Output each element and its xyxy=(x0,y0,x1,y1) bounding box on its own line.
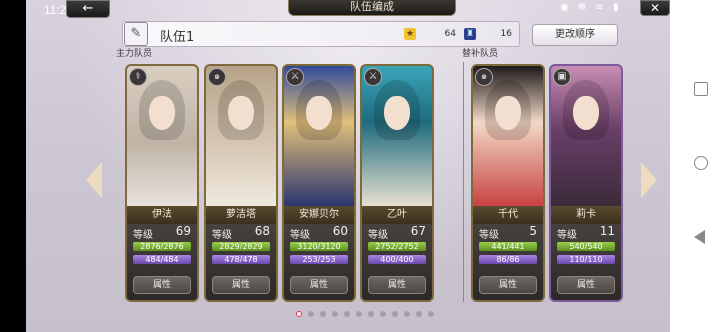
page-dot[interactable] xyxy=(344,311,350,317)
level-value: 67 xyxy=(410,224,426,238)
home-circle-icon[interactable] xyxy=(694,156,708,170)
edit-name-icon[interactable]: ✎ xyxy=(124,22,148,46)
portrait-face xyxy=(228,96,254,130)
page-dot[interactable] xyxy=(428,311,434,317)
level-value: 11 xyxy=(599,224,615,238)
portrait-face xyxy=(149,96,175,130)
spiral-icon: ๑ xyxy=(475,68,493,86)
page-dot[interactable] xyxy=(416,311,422,317)
back-button[interactable]: ← xyxy=(66,0,110,18)
hp-bar: 540/540 xyxy=(557,242,615,251)
cost-value: 16 xyxy=(500,29,512,39)
level-value: 60 xyxy=(332,224,348,238)
member-name: 莉卡 xyxy=(551,206,621,224)
level-value: 69 xyxy=(175,224,191,238)
main-members-label: 主力队员 xyxy=(116,49,153,59)
prev-team-arrow-icon[interactable] xyxy=(86,162,102,198)
page-dot[interactable] xyxy=(332,311,338,317)
attributes-button[interactable]: 属性 xyxy=(133,276,191,294)
member-card[interactable]: ▣ 莉卡等级 11 540/540 110/110 属性 xyxy=(549,64,623,302)
shield-icon: ▣ xyxy=(553,68,571,86)
power-star-icon: ★ xyxy=(404,28,416,40)
hp-bar: 2876/2876 xyxy=(133,242,191,251)
page-dot[interactable] xyxy=(404,311,410,317)
page-title: 队伍编成 xyxy=(288,0,456,16)
member-card[interactable]: ๑ 千代等级 5 441/441 86/86 属性 xyxy=(471,64,545,302)
attributes-button[interactable]: 属性 xyxy=(290,276,348,294)
member-name: 萝洁塔 xyxy=(206,206,276,224)
sword-icon: ⚔ xyxy=(286,68,304,86)
hp-bar: 441/441 xyxy=(479,242,537,251)
mp-bar: 253/253 xyxy=(290,255,348,264)
pagination-dots xyxy=(296,311,446,319)
left-black-bar xyxy=(0,0,26,332)
member-name: 乙叶 xyxy=(362,206,432,224)
page-dot[interactable] xyxy=(392,311,398,317)
level-label: 等级 xyxy=(479,230,499,241)
character-portrait xyxy=(127,66,197,206)
character-portrait xyxy=(206,66,276,206)
member-card[interactable]: ๑ 萝洁塔等级 68 2829/2829 478/478 属性 xyxy=(204,64,278,302)
sword-icon: ⚔ xyxy=(364,68,382,86)
member-name: 伊法 xyxy=(127,206,197,224)
level-label: 等级 xyxy=(133,230,153,241)
portrait-face xyxy=(495,96,521,130)
character-portrait xyxy=(473,66,543,206)
character-portrait xyxy=(284,66,354,206)
mp-bar: 400/400 xyxy=(368,255,426,264)
level-label: 等级 xyxy=(212,230,232,241)
next-team-arrow-icon[interactable] xyxy=(641,162,657,198)
character-portrait xyxy=(551,66,621,206)
page-dot[interactable] xyxy=(368,311,374,317)
level-value: 5 xyxy=(529,224,537,238)
overview-square-icon[interactable] xyxy=(694,82,708,96)
close-button[interactable]: ✕ xyxy=(640,0,670,16)
mp-bar: 484/484 xyxy=(133,255,191,264)
member-card[interactable]: ⚔ 乙叶等级 67 2752/2752 400/400 属性 xyxy=(360,64,434,302)
attributes-button[interactable]: 属性 xyxy=(212,276,270,294)
member-name: 安娜贝尔 xyxy=(284,206,354,224)
level-label: 等级 xyxy=(557,230,577,241)
back-triangle-icon[interactable] xyxy=(694,230,705,244)
page-dot[interactable] xyxy=(308,311,314,317)
portrait-face xyxy=(306,96,332,130)
power-value: 64 xyxy=(444,29,456,39)
page-dot[interactable] xyxy=(320,311,326,317)
member-name: 千代 xyxy=(473,206,543,224)
mp-bar: 110/110 xyxy=(557,255,615,264)
attributes-button[interactable]: 属性 xyxy=(557,276,615,294)
portrait-face xyxy=(573,96,599,130)
page-dot[interactable] xyxy=(296,311,302,317)
team-name: 队伍1 xyxy=(160,30,195,45)
level-label: 等级 xyxy=(290,230,310,241)
spiral-icon: ๑ xyxy=(208,68,226,86)
cost-icon: ♜ xyxy=(464,28,476,40)
page-dot[interactable] xyxy=(356,311,362,317)
hp-bar: 3120/3120 xyxy=(290,242,348,251)
hp-bar: 2829/2829 xyxy=(212,242,270,251)
level-label: 等级 xyxy=(368,230,388,241)
character-portrait xyxy=(362,66,432,206)
reserve-members-label: 替补队员 xyxy=(462,49,499,59)
level-value: 68 xyxy=(254,224,270,238)
mp-bar: 86/86 xyxy=(479,255,537,264)
portrait-face xyxy=(384,96,410,130)
staff-icon: ⚕ xyxy=(129,68,147,86)
attributes-button[interactable]: 属性 xyxy=(368,276,426,294)
page-dot[interactable] xyxy=(380,311,386,317)
section-divider xyxy=(463,62,464,302)
member-card[interactable]: ⚔ 安娜贝尔等级 60 3120/3120 253/253 属性 xyxy=(282,64,356,302)
status-icons: ◉ ✻ ≋ ▮ xyxy=(560,2,622,13)
mp-bar: 478/478 xyxy=(212,255,270,264)
attributes-button[interactable]: 属性 xyxy=(479,276,537,294)
member-card[interactable]: ⚕ 伊法等级 69 2876/2876 484/484 属性 xyxy=(125,64,199,302)
hp-bar: 2752/2752 xyxy=(368,242,426,251)
change-order-button[interactable]: 更改顺序 xyxy=(532,24,618,46)
